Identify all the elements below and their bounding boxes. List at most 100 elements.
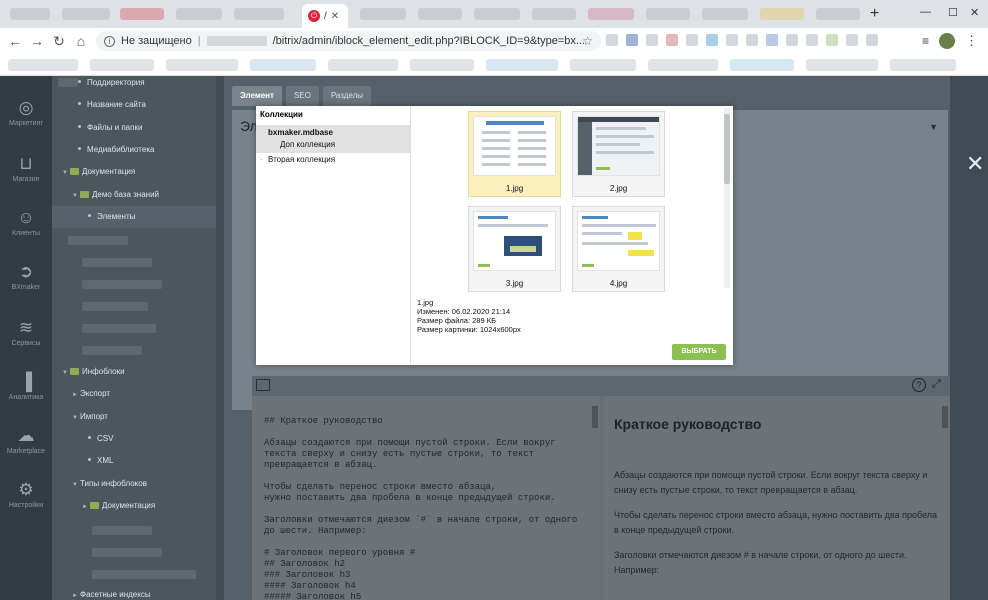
blurred-tab[interactable] (646, 8, 690, 20)
blurred-tab[interactable] (10, 8, 50, 20)
bookmark-item[interactable] (166, 59, 238, 71)
extension-icon[interactable] (866, 34, 878, 46)
menu-marketplace[interactable]: ☁ Marketplace (0, 426, 52, 455)
bookmark-item[interactable] (730, 59, 794, 71)
tree-item[interactable]: ▼ Документация (52, 161, 216, 183)
select-button[interactable]: ВЫБРАТЬ (672, 344, 726, 360)
reading-list-icon[interactable]: ≡ (922, 34, 929, 48)
image-thumbnail[interactable]: 3.jpg (468, 206, 561, 292)
collection-item-selected[interactable]: bxmaker.mdbase Доп коллекция (256, 125, 411, 153)
bookmark-item[interactable] (890, 59, 956, 71)
tree-item[interactable]: Название сайта (52, 94, 216, 116)
menu-services[interactable]: ≋ Сервисы (0, 318, 52, 347)
tab-element[interactable]: Элемент (232, 86, 282, 106)
collection-item[interactable]: · Вторая коллекция (256, 155, 411, 167)
tree-item[interactable]: Медиабиблиотека (52, 139, 216, 161)
extension-icon[interactable] (686, 34, 698, 46)
blurred-tab[interactable] (120, 8, 164, 20)
tab-close-icon[interactable]: ✕ (331, 11, 339, 22)
expand-arrow-icon[interactable]: ▼ (62, 362, 70, 384)
bookmark-item[interactable] (806, 59, 878, 71)
new-tab-button[interactable]: + (870, 5, 879, 23)
menu-marketing[interactable]: ◎ Маркетинг (0, 98, 52, 127)
tree-item[interactable]: ▼ Импорт (52, 406, 216, 428)
tree-item[interactable]: CSV (52, 428, 216, 450)
menu-bxmaker[interactable]: ➲ BXmaker (0, 262, 52, 291)
collapse-arrow-icon[interactable]: ▼ (929, 122, 938, 132)
sub-collection-label[interactable]: Доп коллекция (280, 140, 335, 149)
expand-arrow-icon[interactable]: ▼ (62, 162, 70, 184)
info-icon[interactable]: i (104, 35, 115, 47)
tab-seo[interactable]: SEO (285, 86, 319, 106)
extension-icon[interactable] (726, 34, 738, 46)
extension-icon[interactable] (626, 34, 638, 46)
extension-icon[interactable] (606, 34, 618, 46)
browser-menu-icon[interactable]: ⋮ (965, 33, 978, 49)
expand-arrow-icon[interactable]: ► (72, 384, 80, 406)
extension-icon[interactable] (706, 34, 718, 46)
blurred-tab[interactable] (588, 8, 634, 20)
image-thumbnail-selected[interactable]: 1.jpg (468, 111, 561, 197)
blurred-tab[interactable] (360, 8, 406, 20)
source-scrollbar[interactable] (592, 406, 598, 428)
window-close-icon[interactable]: ✕ (970, 6, 979, 19)
bookmark-item[interactable] (90, 59, 154, 71)
bookmark-item[interactable] (486, 59, 558, 71)
extension-icon[interactable] (826, 34, 838, 46)
tree-item[interactable]: Поддиректория (52, 72, 216, 94)
blurred-tab[interactable] (816, 8, 860, 20)
expand-arrow-icon[interactable]: ▼ (72, 185, 80, 207)
bookmark-item[interactable] (570, 59, 636, 71)
blurred-tab[interactable] (474, 8, 520, 20)
tree-item-selected[interactable]: Элементы (52, 206, 216, 228)
extension-icon[interactable] (666, 34, 678, 46)
extension-icon[interactable] (766, 34, 778, 46)
fullscreen-icon[interactable]: ⤢ (932, 378, 941, 391)
home-icon[interactable]: ⌂ (70, 33, 92, 49)
url-input[interactable]: i Не защищено | /bitrix/admin/iblock_ele… (96, 31, 601, 51)
tree-item[interactable]: ► Экспорт (52, 383, 216, 405)
tree-item[interactable]: XML (52, 450, 216, 472)
blurred-tab[interactable] (418, 8, 462, 20)
extension-icon[interactable] (786, 34, 798, 46)
menu-analytics[interactable]: ▐ Аналитика (0, 372, 52, 401)
insert-image-icon[interactable] (256, 379, 270, 391)
profile-avatar[interactable] (939, 33, 955, 49)
menu-clients[interactable]: ☺ Клиенты (0, 208, 52, 237)
tree-item[interactable]: ► Фасетные индексы (52, 584, 216, 600)
expand-arrow-icon[interactable]: ► (82, 496, 90, 518)
bookmark-item[interactable] (410, 59, 474, 71)
blurred-tab[interactable] (234, 8, 284, 20)
blurred-tab[interactable] (62, 8, 110, 20)
gallery-scrollbar[interactable] (724, 108, 730, 288)
bookmark-item[interactable] (250, 59, 316, 71)
bookmark-item[interactable] (648, 59, 718, 71)
blurred-tab[interactable] (532, 8, 576, 20)
markdown-source[interactable]: ## Краткое руководство Абзацы создаются … (252, 396, 600, 600)
image-thumbnail[interactable]: 4.jpg (572, 206, 665, 292)
image-thumbnail[interactable]: 2.jpg (572, 111, 665, 197)
blurred-tab[interactable] (702, 8, 748, 20)
expand-arrow-icon[interactable]: ► (72, 585, 80, 600)
tree-item[interactable]: Файлы и папки (52, 117, 216, 139)
maximize-icon[interactable]: ☐ (948, 6, 958, 19)
menu-shop[interactable]: ⊔ Магазин (0, 154, 52, 183)
tab-sections[interactable]: Разделы (322, 86, 372, 106)
active-tab[interactable]: ⏻ / ✕ (302, 4, 348, 28)
bookmark-star-icon[interactable]: ☆ (582, 34, 593, 48)
expand-arrow-icon[interactable]: ▼ (72, 407, 80, 429)
gallery-scrollbar-thumb[interactable] (724, 114, 730, 184)
blurred-tab[interactable] (760, 8, 804, 20)
back-arrow-icon[interactable]: ← (4, 33, 26, 49)
tree-item[interactable]: ▼ Типы инфоблоков (52, 473, 216, 495)
expand-arrow-icon[interactable]: ▼ (72, 474, 80, 496)
menu-settings[interactable]: ⚙ Настройки (0, 480, 52, 509)
extension-icon[interactable] (646, 34, 658, 46)
minimize-icon[interactable]: — (920, 6, 931, 18)
blurred-tab[interactable] (176, 8, 222, 20)
reload-icon[interactable]: ↻ (48, 33, 70, 50)
preview-scrollbar[interactable] (942, 406, 948, 428)
bookmark-item[interactable] (8, 59, 78, 71)
extension-icon[interactable] (846, 34, 858, 46)
tree-item[interactable]: ▼ Демо база знаний (52, 184, 216, 206)
